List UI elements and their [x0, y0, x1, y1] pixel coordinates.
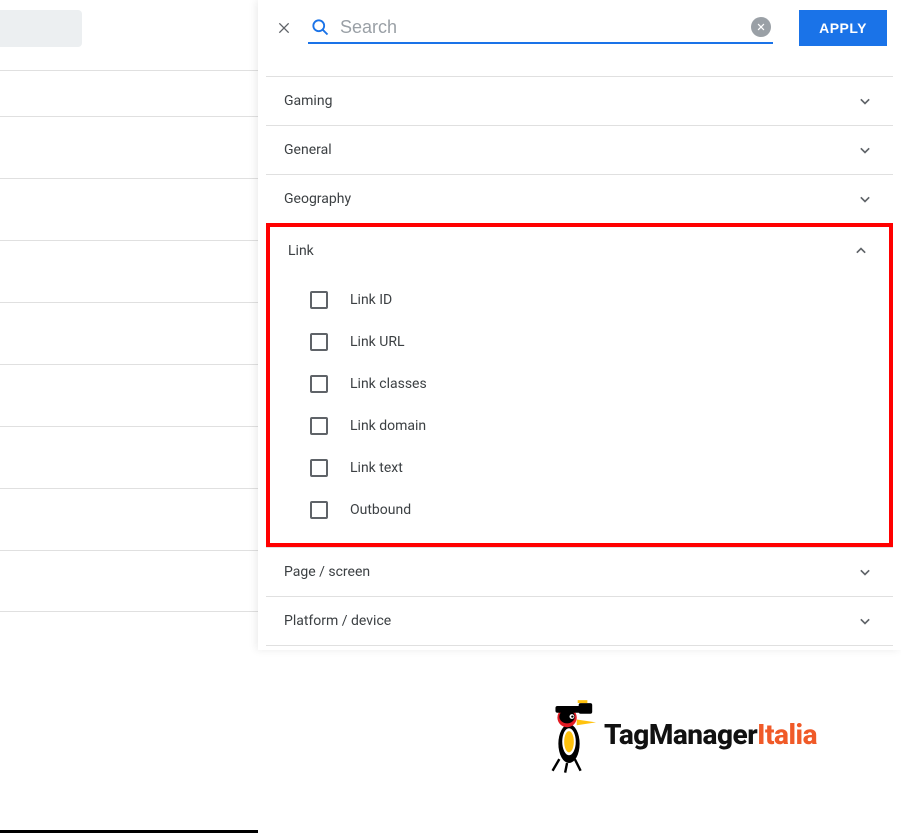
accordion-header-page-screen[interactable]: Page / screen [266, 548, 893, 596]
option-label: Link domain [350, 418, 426, 434]
option-label: Outbound [350, 502, 411, 518]
accordion-section-link: Link Link ID Link URL Link classes [266, 223, 893, 547]
link-option-link-domain[interactable]: Link domain [270, 405, 889, 447]
accordion-header-general[interactable]: General [266, 126, 893, 174]
option-label: Link text [350, 460, 403, 476]
background-left-panel [0, 0, 258, 833]
clear-search-icon[interactable] [751, 17, 771, 37]
option-label: Link URL [350, 334, 405, 350]
checkbox-icon[interactable] [310, 459, 328, 477]
accordion-label: General [284, 142, 332, 158]
link-option-link-id[interactable]: Link ID [270, 279, 889, 321]
close-icon[interactable] [272, 16, 296, 40]
chevron-down-icon [855, 91, 875, 111]
accordion-label: Geography [284, 191, 351, 207]
checkbox-icon[interactable] [310, 291, 328, 309]
accordion-section-geography: Geography [266, 174, 893, 223]
accordion-section-page-screen: Page / screen [266, 547, 893, 596]
accordion-items-link: Link ID Link URL Link classes Link domai… [270, 275, 889, 543]
link-option-outbound[interactable]: Outbound [270, 489, 889, 531]
chevron-down-icon [855, 140, 875, 160]
panel-header: APPLY [258, 0, 901, 56]
woodpecker-icon [540, 695, 598, 773]
logo-text-accent: Italia [757, 718, 817, 751]
search-field-wrap [308, 13, 773, 44]
chevron-up-icon [851, 241, 871, 261]
search-icon [310, 17, 330, 37]
option-label: Link classes [350, 376, 427, 392]
accordion-section-gaming: Gaming [266, 76, 893, 125]
logo: TagManagerItalia [540, 695, 817, 773]
accordion-label: Gaming [284, 93, 332, 109]
option-label: Link ID [350, 292, 392, 308]
checkbox-icon[interactable] [310, 417, 328, 435]
checkbox-icon[interactable] [310, 501, 328, 519]
accordion-header-geography[interactable]: Geography [266, 175, 893, 223]
accordion-section-platform-device: Platform / device [266, 596, 893, 646]
background-selected-pill [0, 10, 82, 47]
accordion-header-link[interactable]: Link [270, 227, 889, 275]
link-option-link-text[interactable]: Link text [270, 447, 889, 489]
accordion-label: Platform / device [284, 613, 391, 629]
logo-text-main: TagManager [604, 718, 757, 751]
chevron-down-icon [855, 611, 875, 631]
filter-panel: APPLY Gaming General Geography [258, 0, 901, 650]
accordion-section-general: General [266, 125, 893, 174]
accordion-label: Page / screen [284, 564, 370, 580]
accordion-label: Link [288, 243, 314, 259]
chevron-down-icon [855, 189, 875, 209]
accordion-header-platform-device[interactable]: Platform / device [266, 597, 893, 645]
logo-text: TagManagerItalia [604, 718, 817, 751]
accordion-header-gaming[interactable]: Gaming [266, 77, 893, 125]
checkbox-icon[interactable] [310, 375, 328, 393]
panel-body: Gaming General Geography [258, 56, 901, 650]
search-input[interactable] [340, 17, 741, 38]
chevron-down-icon [855, 562, 875, 582]
checkbox-icon[interactable] [310, 333, 328, 351]
link-option-link-url[interactable]: Link URL [270, 321, 889, 363]
apply-button[interactable]: APPLY [799, 10, 887, 46]
link-option-link-classes[interactable]: Link classes [270, 363, 889, 405]
background-rows [0, 70, 258, 612]
